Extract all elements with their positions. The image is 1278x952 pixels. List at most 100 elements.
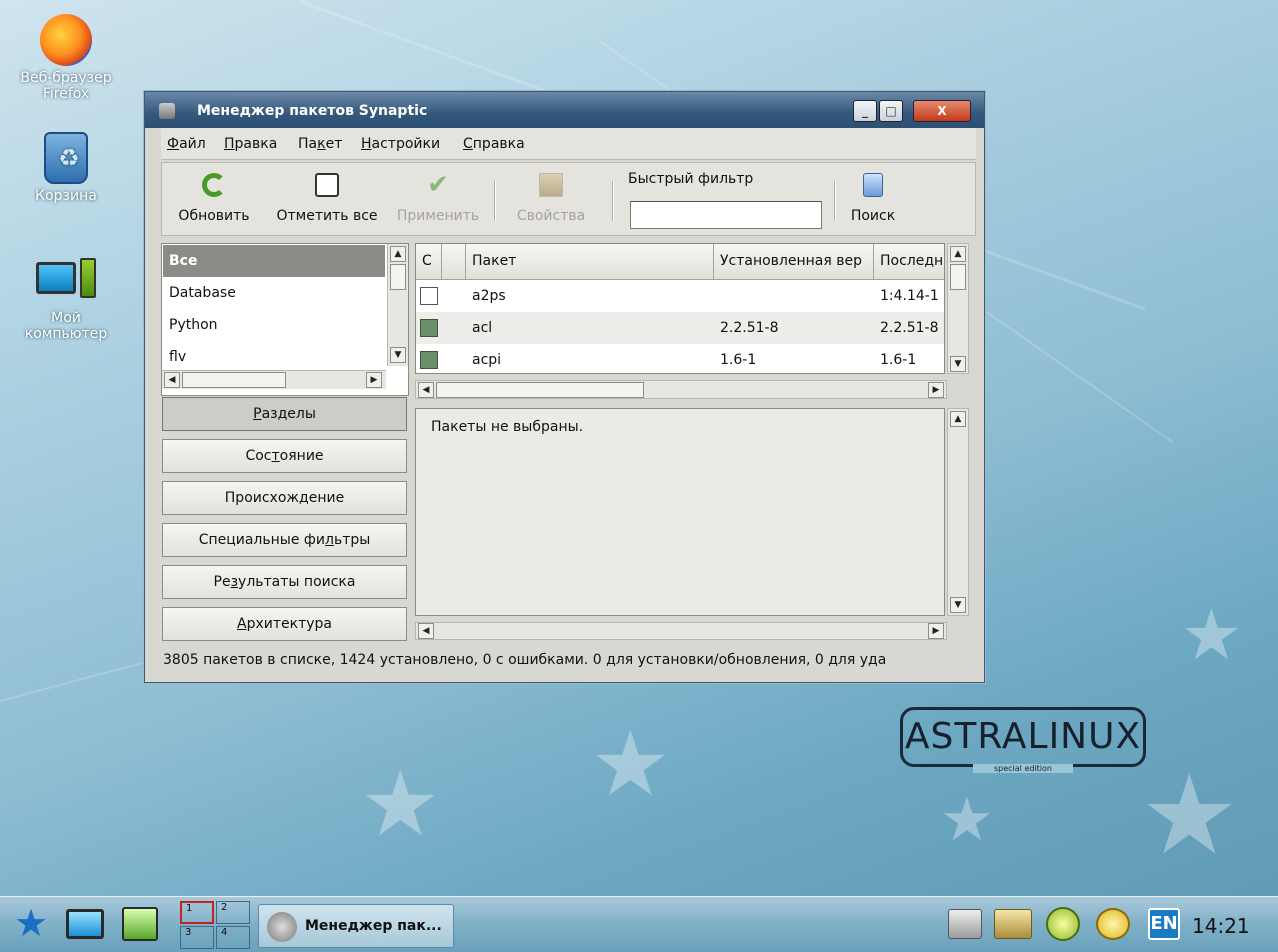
workspace-4[interactable]: 4 [216, 926, 250, 949]
menu-settings[interactable]: Настройки [361, 136, 440, 152]
clock[interactable]: 14:21 [1192, 914, 1250, 938]
close-button[interactable]: X [913, 100, 971, 122]
start-menu-star-icon[interactable]: ★ [14, 904, 50, 942]
quick-filter-input[interactable] [630, 201, 822, 229]
workspace-2[interactable]: 2 [216, 901, 250, 924]
no-package-selected-message: Пакеты не выбраны. [431, 419, 584, 435]
scroll-left-arrow-icon[interactable]: ◀ [418, 382, 434, 398]
taskbar-task-synaptic[interactable]: Менеджер пак... [258, 904, 454, 948]
menu-edit[interactable]: Правка [224, 136, 277, 152]
scroll-down-arrow-icon[interactable]: ▼ [390, 347, 406, 363]
sections-list: Все Database Python flv ▲ ▼ ◀ ▶ [161, 243, 409, 396]
toolbar-separator [612, 181, 614, 221]
workspace-3[interactable]: 3 [180, 926, 214, 949]
desktop-icon-my-computer[interactable]: Мой компьютер [6, 258, 126, 342]
keyboard-layout-tray-icon[interactable] [948, 909, 982, 939]
latest-version: 2.2.51-8 [880, 320, 939, 336]
toolbar: Обновить Отметить все ✔ Применить Свойст… [161, 162, 976, 236]
properties-button[interactable]: Свойства [502, 163, 600, 235]
desktop-icon-label: Корзина [35, 188, 97, 204]
package-status-checkbox[interactable] [420, 319, 438, 337]
scrollbar-thumb[interactable] [182, 372, 286, 388]
package-table-horizontal-scrollbar[interactable]: ◀ ▶ [415, 380, 947, 399]
wallpaper-star: ★ [1140, 751, 1239, 879]
menu-file[interactable]: Файл [167, 136, 206, 152]
scroll-right-arrow-icon[interactable]: ▶ [928, 623, 944, 639]
scroll-left-arrow-icon[interactable]: ◀ [164, 372, 180, 388]
package-name: acpi [472, 352, 502, 368]
scroll-down-arrow-icon[interactable]: ▼ [950, 356, 966, 372]
menu-help[interactable]: Справка [463, 136, 525, 152]
network-tray-icon[interactable] [1046, 907, 1080, 941]
table-row[interactable]: acpi 1.6-1 1.6-1 [416, 344, 944, 373]
section-item-flv[interactable]: flv [163, 341, 385, 363]
table-row[interactable]: a2ps 1:4.14-1 [416, 280, 944, 312]
minimize-button[interactable]: _ [853, 100, 877, 122]
keyboard-layout-indicator[interactable]: EN [1148, 908, 1180, 940]
scrollbar-thumb[interactable] [950, 264, 966, 290]
section-item-python[interactable]: Python [163, 309, 385, 341]
task-label: Менеджер пак... [305, 918, 442, 934]
scroll-left-arrow-icon[interactable]: ◀ [418, 623, 434, 639]
show-desktop-icon[interactable] [66, 909, 104, 939]
scroll-right-arrow-icon[interactable]: ▶ [928, 382, 944, 398]
desktop-icon-firefox[interactable]: Веб-браузер Firefox [6, 14, 126, 102]
status-filter-button[interactable]: Состояние [162, 439, 407, 473]
sections-vertical-scrollbar[interactable]: ▲ ▼ [387, 244, 408, 366]
latest-version: 1.6-1 [880, 352, 917, 368]
scrollbar-thumb[interactable] [390, 264, 406, 290]
mark-all-button[interactable]: Отметить все [266, 163, 388, 235]
window-switcher-icon[interactable] [122, 907, 158, 941]
table-row[interactable]: acl 2.2.51-8 2.2.51-8 [416, 312, 944, 344]
update-manager-tray-icon[interactable] [994, 909, 1032, 939]
sections-horizontal-scrollbar[interactable]: ◀ ▶ [162, 370, 386, 389]
latest-version: 1:4.14-1 [880, 288, 939, 304]
column-header-status[interactable]: С [416, 244, 442, 280]
toolbar-separator [834, 181, 836, 221]
workspace-1[interactable]: 1 [180, 901, 214, 924]
wallpaper-star: ★ [1180, 594, 1243, 676]
volume-tray-icon[interactable] [1096, 908, 1130, 940]
package-status-checkbox[interactable] [420, 287, 438, 305]
search-button[interactable]: Поиск [846, 163, 900, 235]
package-table-vertical-scrollbar[interactable]: ▲ ▼ [947, 243, 969, 374]
package-table: С Пакет Установленная вер Последн a2ps 1… [415, 243, 945, 374]
apply-button[interactable]: ✔ Применить [388, 163, 488, 235]
scroll-up-arrow-icon[interactable]: ▲ [950, 246, 966, 262]
search-results-button[interactable]: Результаты поиска [162, 565, 407, 599]
status-bar: 3805 пакетов в списке, 1424 установлено,… [163, 652, 887, 668]
column-header-installed-version[interactable]: Установленная вер [714, 244, 874, 280]
sections-filter-button[interactable]: Разделы [162, 397, 407, 431]
scroll-right-arrow-icon[interactable]: ▶ [366, 372, 382, 388]
workspace-pager: 1 2 3 4 [180, 901, 252, 951]
scroll-up-arrow-icon[interactable]: ▲ [950, 411, 966, 427]
scrollbar-thumb[interactable] [436, 382, 644, 398]
logo-subtitle: special edition [973, 764, 1073, 773]
computer-icon [36, 258, 96, 306]
origin-filter-button[interactable]: Происхождение [162, 481, 407, 515]
desktop-icon-label: Firefox [42, 86, 90, 102]
column-header-support[interactable] [442, 244, 466, 280]
custom-filters-button[interactable]: Специальные фильтры [162, 523, 407, 557]
scroll-up-arrow-icon[interactable]: ▲ [390, 246, 406, 262]
package-status-checkbox[interactable] [420, 351, 438, 369]
description-vertical-scrollbar[interactable]: ▲ ▼ [947, 408, 969, 616]
refresh-button[interactable]: Обновить [164, 163, 264, 235]
desktop-icon-label: компьютер [24, 326, 108, 342]
desktop-icon-trash[interactable]: Корзина [6, 132, 126, 204]
maximize-button[interactable]: □ [879, 100, 903, 122]
scroll-down-arrow-icon[interactable]: ▼ [950, 597, 966, 613]
section-item-database[interactable]: Database [163, 277, 385, 309]
column-header-package[interactable]: Пакет [466, 244, 714, 280]
title-bar[interactable]: Менеджер пакетов Synaptic _ □ X [145, 92, 984, 128]
description-horizontal-scrollbar[interactable]: ◀ ▶ [415, 622, 947, 640]
binoculars-icon [863, 173, 883, 197]
architecture-filter-button[interactable]: Архитектура [162, 607, 407, 641]
column-header-latest-version[interactable]: Последн [874, 244, 944, 280]
menu-package[interactable]: Пакет [298, 136, 342, 152]
section-item-all[interactable]: Все [163, 245, 385, 277]
package-name: a2ps [472, 288, 506, 304]
quick-filter-label: Быстрый фильтр [628, 171, 754, 187]
checkmark-icon: ✔ [427, 170, 449, 200]
wallpaper-star: ★ [940, 785, 994, 855]
